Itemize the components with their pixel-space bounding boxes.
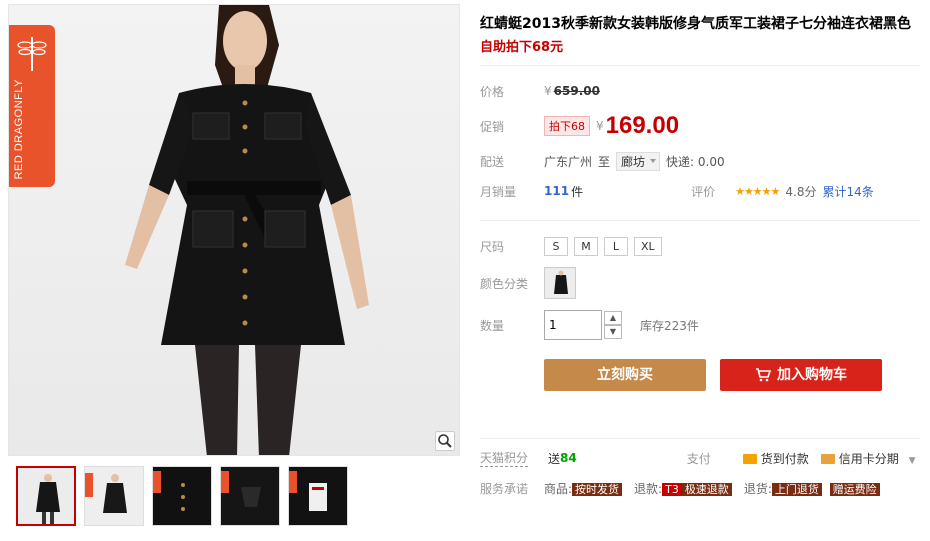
service-refund: 退款: T3 极速退款 [634, 480, 732, 497]
goods-label: 商品: [544, 481, 573, 496]
credit-label: 信用卡分期 [838, 451, 899, 466]
product-title: 红蜻蜓2013秋季新款女装韩版修身气质军工装裙子七分袖连衣裙黑色 [480, 16, 911, 32]
cart-icon [756, 368, 771, 382]
quantity-down-button[interactable]: ▼ [604, 325, 622, 339]
thumbnail-4[interactable] [220, 466, 280, 526]
color-row: 颜色分类 [480, 263, 920, 303]
return-label: 退货: [743, 481, 772, 496]
credit-option[interactable]: 信用卡分期 ▼ [820, 450, 916, 467]
ship-from: 广东广州 [544, 154, 593, 169]
main-product-image[interactable]: RED DRAGONFLY [8, 4, 460, 456]
add-to-cart-button[interactable]: 加入购物车 [720, 359, 882, 391]
buy-now-button[interactable]: 立刻购买 [544, 359, 706, 391]
cod-label: 货到付款 [760, 451, 809, 466]
rating-label: 评价 [691, 184, 716, 199]
refund-chip[interactable]: 极速退款 [681, 482, 732, 496]
promo-badge: 拍下68 [544, 116, 590, 136]
stock-count: 库存223件 [640, 318, 699, 333]
size-label: 尺码 [480, 239, 505, 254]
ship-to-word: 至 [598, 154, 611, 169]
add-to-cart-label: 加入购物车 [777, 367, 847, 383]
shipping-row: 配送 广东广州 至 廊坊 快递: 0.00 [480, 146, 920, 176]
return-chip[interactable]: 上门退货 [771, 482, 822, 496]
brand-logo-tag: RED DRAGONFLY [9, 25, 55, 187]
quantity-buttons: ▲ ▼ [604, 311, 622, 339]
refund-t3-badge: T3 [662, 482, 682, 496]
size-option-m[interactable]: M [574, 236, 598, 256]
thumbnail-strip [8, 466, 460, 526]
promo-subtitle: 自助拍下68元 [480, 40, 564, 55]
destination-dropdown[interactable]: 廊坊 [616, 151, 661, 171]
promo-label: 促销 [480, 119, 505, 134]
price-label: 价格 [480, 84, 505, 99]
zoom-icon[interactable] [435, 431, 455, 451]
thumbnail-3[interactable] [152, 466, 212, 526]
review-count-link[interactable]: 累计14条 [822, 183, 873, 200]
sales-unit: 件 [571, 184, 584, 199]
service-goods: 商品: 按时发货 [544, 480, 623, 497]
color-swatch-black[interactable] [544, 267, 576, 299]
points-value: 84 [560, 451, 577, 465]
product-gallery: RED DRAGONFLY [8, 4, 460, 526]
dragonfly-icon [17, 37, 47, 71]
points-label[interactable]: 天猫积分 [480, 449, 529, 467]
promo-row: 促销 拍下68 ¥ 169.00 [480, 106, 920, 146]
rating-score: 4.8分 [785, 184, 817, 199]
sales-row: 月销量 111 件 评价 ★★★★★ 4.8分 累计14条 [480, 176, 920, 206]
divider [480, 65, 920, 66]
chevron-down-icon [650, 158, 657, 163]
sales-label: 月销量 [480, 184, 517, 199]
service-row: 服务承诺 商品: 按时发货 退款: T3 极速退款 退货: 上门退货 赠运费险 [480, 473, 920, 503]
thumbnail-2[interactable] [84, 466, 144, 526]
quantity-stepper: ▲ ▼ [544, 310, 622, 340]
destination-value: 廊坊 [621, 154, 646, 169]
sales-count: 111 [544, 184, 570, 198]
shipping-label: 配送 [480, 154, 505, 169]
points-row: 天猫积分 送 84 支付 货到付款 信用卡分期 ▼ [480, 443, 920, 473]
action-buttons: 立刻购买 加入购物车 [480, 359, 920, 391]
thumbnail-1[interactable] [16, 466, 76, 526]
quantity-input[interactable] [544, 310, 602, 340]
extra-info: 天猫积分 送 84 支付 货到付款 信用卡分期 ▼ 服务承诺 商品: 按时发货 退… [480, 438, 920, 503]
size-option-l[interactable]: L [604, 236, 628, 256]
price-row: 价格 ¥ 659.00 [480, 76, 920, 106]
pay-label: 支付 [686, 451, 711, 466]
divider [480, 438, 920, 439]
service-label: 服务承诺 [480, 481, 529, 496]
freight-chip[interactable]: 赠运费险 [829, 482, 880, 496]
brand-name: RED DRAGONFLY [13, 78, 25, 179]
cod-option[interactable]: 货到付款 [742, 450, 809, 467]
model-photo [125, 5, 369, 455]
divider [480, 220, 920, 221]
quantity-up-button[interactable]: ▲ [604, 311, 622, 325]
thumbnail-5[interactable] [288, 466, 348, 526]
promo-currency: ¥ [596, 119, 604, 133]
express-fee: 快递: 0.00 [666, 154, 725, 169]
quantity-label: 数量 [480, 318, 505, 333]
product-details: 红蜻蜓2013秋季新款女装韩版修身气质军工装裙子七分袖连衣裙黑色 自助拍下68元… [480, 14, 920, 391]
rating-stars-icon: ★★★★★ [735, 184, 780, 198]
size-row: 尺码 S M L XL [480, 231, 920, 261]
promo-price: 169.00 [605, 112, 680, 139]
chevron-down-icon: ▼ [908, 455, 916, 466]
refund-label: 退款: [634, 481, 663, 496]
points-prefix: 送 [548, 451, 561, 466]
size-option-xl[interactable]: XL [634, 236, 662, 256]
original-price: 659.00 [553, 84, 600, 98]
service-return: 退货: 上门退货 赠运费险 [744, 480, 880, 497]
goods-chip[interactable]: 按时发货 [572, 482, 623, 496]
color-label: 颜色分类 [480, 276, 529, 291]
credit-card-icon [820, 454, 835, 464]
quantity-row: 数量 ▲ ▼ 库存223件 [480, 305, 920, 345]
cod-icon [742, 454, 757, 464]
price-currency: ¥ [544, 84, 552, 98]
size-options: S M L XL [544, 236, 662, 256]
size-option-s[interactable]: S [544, 236, 568, 256]
